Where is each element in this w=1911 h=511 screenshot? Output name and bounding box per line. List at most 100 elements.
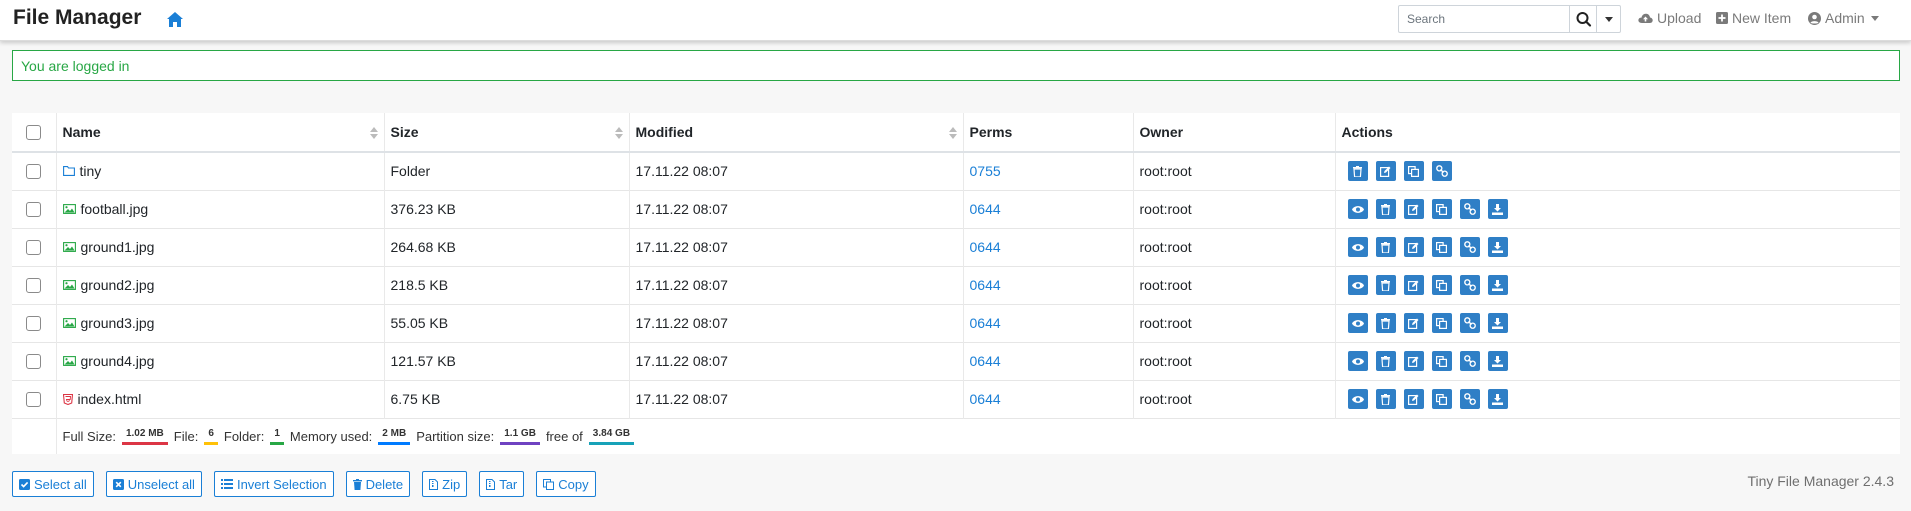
link-icon bbox=[1463, 279, 1476, 291]
permissions-link[interactable]: 0644 bbox=[970, 391, 1001, 407]
file-count-label: File: bbox=[173, 428, 199, 444]
copy-button[interactable]: Copy bbox=[536, 471, 596, 497]
rename-action-button[interactable] bbox=[1403, 313, 1424, 333]
rename-action-button[interactable] bbox=[1403, 275, 1424, 295]
invert-selection-button[interactable]: Invert Selection bbox=[213, 471, 334, 497]
delete-action-button[interactable] bbox=[1347, 161, 1368, 182]
download-action-button[interactable] bbox=[1487, 351, 1508, 371]
file-owner: root:root bbox=[1132, 341, 1335, 380]
link-action-button[interactable] bbox=[1459, 199, 1480, 219]
copy-action-button[interactable] bbox=[1403, 161, 1424, 182]
view-action-button[interactable] bbox=[1347, 199, 1368, 219]
copy-action-button[interactable] bbox=[1431, 389, 1452, 409]
sort-icon bbox=[948, 127, 957, 139]
full-size-label: Full Size: bbox=[62, 428, 116, 444]
row-checkbox[interactable] bbox=[26, 239, 42, 255]
view-action-button[interactable] bbox=[1347, 351, 1368, 371]
delete-action-button[interactable] bbox=[1375, 275, 1396, 295]
upload-link[interactable]: Upload bbox=[1638, 10, 1701, 26]
file-name-link[interactable]: ground4.jpg bbox=[81, 353, 155, 369]
copy-action-button[interactable] bbox=[1431, 313, 1452, 333]
free-of-label: free of bbox=[545, 428, 583, 444]
file-name-link[interactable]: ground3.jpg bbox=[81, 315, 155, 331]
column-header-owner: Owner bbox=[1132, 113, 1335, 153]
view-icon bbox=[1351, 281, 1364, 290]
rename-action-button[interactable] bbox=[1403, 351, 1424, 371]
permissions-link[interactable]: 0644 bbox=[970, 315, 1001, 331]
view-action-button[interactable] bbox=[1347, 275, 1368, 295]
copy-action-button[interactable] bbox=[1431, 237, 1452, 257]
row-checkbox[interactable] bbox=[26, 163, 42, 179]
view-action-button[interactable] bbox=[1347, 237, 1368, 257]
permissions-link[interactable]: 0644 bbox=[970, 239, 1001, 255]
home-icon[interactable] bbox=[166, 11, 184, 28]
row-checkbox[interactable] bbox=[26, 277, 42, 293]
select-all-checkbox[interactable] bbox=[26, 124, 42, 140]
delete-action-button[interactable] bbox=[1375, 351, 1396, 371]
search-options-dropdown[interactable] bbox=[1596, 6, 1621, 32]
delete-action-button[interactable] bbox=[1375, 313, 1396, 333]
row-actions bbox=[1342, 389, 1895, 409]
download-icon bbox=[1492, 317, 1503, 329]
new-item-link[interactable]: New Item bbox=[1716, 10, 1791, 26]
copy-action-button[interactable] bbox=[1431, 199, 1452, 219]
permissions-link[interactable]: 0644 bbox=[970, 353, 1001, 369]
copy-action-button[interactable] bbox=[1431, 275, 1452, 295]
file-name-link[interactable]: football.jpg bbox=[81, 201, 149, 217]
column-header-size[interactable]: Size bbox=[383, 113, 629, 153]
file-name-link[interactable]: tiny bbox=[80, 163, 102, 179]
unselect-all-button[interactable]: Unselect all bbox=[105, 471, 202, 497]
copy-action-button[interactable] bbox=[1431, 351, 1452, 371]
column-header-modified[interactable]: Modified bbox=[628, 113, 963, 153]
permissions-link[interactable]: 0644 bbox=[970, 201, 1001, 217]
search-input[interactable] bbox=[1399, 6, 1569, 32]
row-actions bbox=[1342, 313, 1895, 333]
delete-action-button[interactable] bbox=[1375, 199, 1396, 219]
delete-button[interactable]: Delete bbox=[345, 471, 411, 497]
app-title: File Manager bbox=[13, 6, 142, 29]
file-name-link[interactable]: index.html bbox=[78, 391, 142, 407]
column-header-name[interactable]: Name bbox=[55, 113, 384, 153]
delete-action-button[interactable] bbox=[1375, 389, 1396, 409]
link-action-button[interactable] bbox=[1459, 389, 1480, 409]
link-icon bbox=[1463, 393, 1476, 405]
row-checkbox[interactable] bbox=[26, 201, 42, 217]
select-all-button[interactable]: Select all bbox=[12, 471, 94, 497]
download-action-button[interactable] bbox=[1487, 389, 1508, 409]
row-checkbox[interactable] bbox=[26, 391, 42, 407]
row-checkbox[interactable] bbox=[26, 353, 42, 369]
download-action-button[interactable] bbox=[1487, 199, 1508, 219]
permissions-link[interactable]: 0644 bbox=[970, 277, 1001, 293]
download-action-button[interactable] bbox=[1487, 237, 1508, 257]
view-action-button[interactable] bbox=[1347, 313, 1368, 333]
permissions-link[interactable]: 0755 bbox=[970, 163, 1001, 179]
image-icon bbox=[62, 318, 76, 328]
row-checkbox[interactable] bbox=[26, 315, 42, 331]
rename-action-button[interactable] bbox=[1403, 237, 1424, 257]
link-action-button[interactable] bbox=[1431, 161, 1452, 182]
rename-action-button[interactable] bbox=[1403, 389, 1424, 409]
search-button[interactable] bbox=[1569, 6, 1596, 32]
link-action-button[interactable] bbox=[1459, 237, 1480, 257]
download-action-button[interactable] bbox=[1487, 313, 1508, 333]
rename-action-button[interactable] bbox=[1403, 199, 1424, 219]
new-item-label: New Item bbox=[1732, 10, 1792, 26]
link-action-button[interactable] bbox=[1459, 351, 1480, 371]
link-action-button[interactable] bbox=[1459, 313, 1480, 333]
file-name-link[interactable]: ground2.jpg bbox=[81, 277, 155, 293]
view-icon bbox=[1351, 205, 1364, 214]
file-name-link[interactable]: ground1.jpg bbox=[81, 239, 155, 255]
link-action-button[interactable] bbox=[1459, 275, 1480, 295]
tar-button[interactable]: Tar bbox=[479, 471, 525, 497]
edit-icon bbox=[1380, 166, 1391, 177]
file-owner: root:root bbox=[1132, 303, 1335, 342]
view-action-button[interactable] bbox=[1347, 389, 1368, 409]
zip-button[interactable]: Zip bbox=[422, 471, 468, 497]
view-icon bbox=[1351, 319, 1364, 328]
download-action-button[interactable] bbox=[1487, 275, 1508, 295]
file-modified: 17.11.22 08:07 bbox=[628, 303, 963, 342]
delete-action-button[interactable] bbox=[1375, 237, 1396, 257]
admin-user-menu[interactable]: Admin bbox=[1808, 10, 1879, 26]
rename-action-button[interactable] bbox=[1375, 161, 1396, 182]
view-icon bbox=[1351, 395, 1364, 404]
